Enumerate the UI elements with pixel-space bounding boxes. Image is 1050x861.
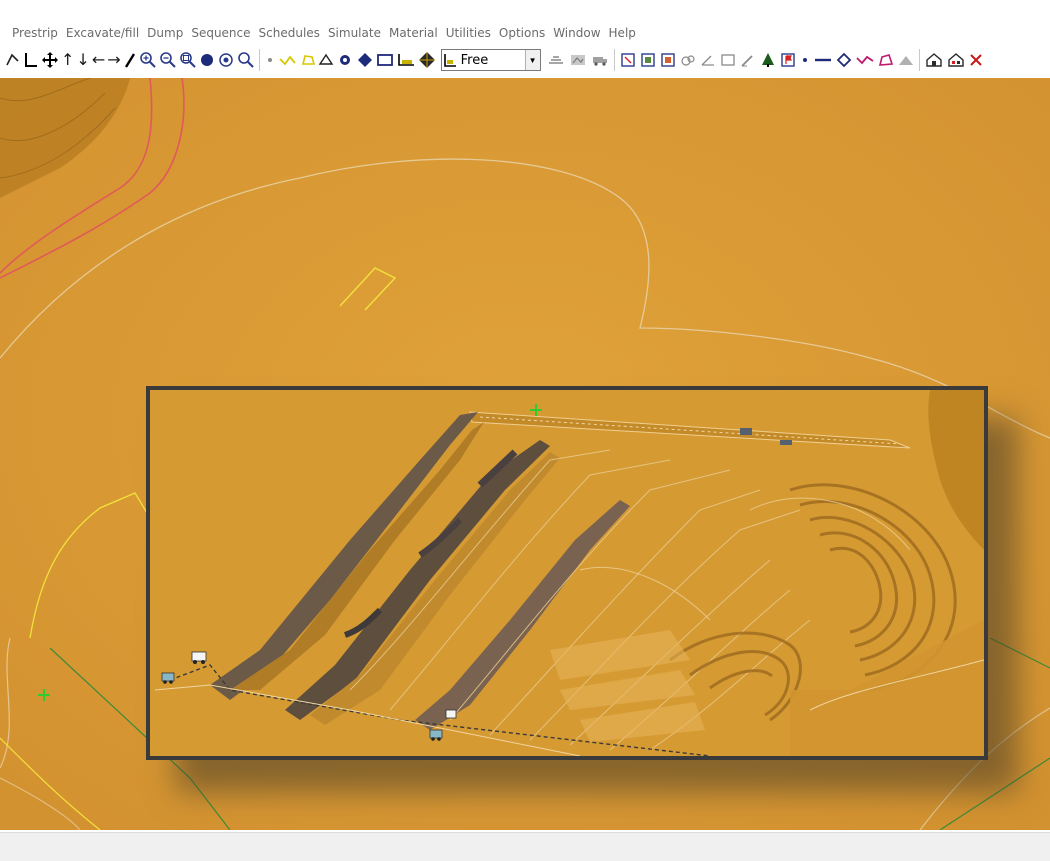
toolbar-separator [918, 49, 920, 71]
box-icon[interactable] [658, 49, 678, 71]
sphere-icon[interactable] [198, 49, 216, 71]
polygon-icon[interactable] [299, 49, 317, 71]
pencil-icon[interactable] [122, 49, 138, 71]
3d-viewport[interactable] [0, 78, 1050, 830]
shape-icon[interactable] [876, 49, 896, 71]
menu-item-window[interactable]: Window [553, 26, 600, 40]
vertex-icon[interactable] [834, 49, 854, 71]
menu-bar: Prestrip Excavate/fill Dump Sequence Schedul… [0, 22, 1050, 44]
menu-item-schedules[interactable]: Schedules [259, 26, 320, 40]
line-icon[interactable] [812, 49, 834, 71]
point-icon[interactable] [263, 49, 277, 71]
chevron-down-icon[interactable]: ▼ [524, 50, 540, 70]
arrow-right-icon[interactable]: → [106, 49, 121, 71]
edit-icon[interactable] [738, 49, 758, 71]
polyline-icon[interactable] [277, 49, 299, 71]
view-mode-icon [443, 54, 456, 67]
zoom-in-icon[interactable] [138, 49, 158, 71]
toolbar-separator [258, 49, 260, 71]
triangle-icon[interactable] [317, 49, 335, 71]
view-mode-label: Free [460, 52, 489, 68]
zigzag-icon[interactable] [854, 49, 876, 71]
link-icon[interactable] [678, 49, 698, 71]
axis-icon[interactable] [22, 49, 40, 71]
toolbar-separator [613, 49, 615, 71]
frame-icon[interactable] [638, 49, 658, 71]
pit-render [150, 390, 984, 756]
lasso-icon[interactable] [2, 49, 22, 71]
menu-item-simulate[interactable]: Simulate [328, 26, 381, 40]
truck-icon[interactable] [589, 49, 611, 71]
zoom-window-icon[interactable] [178, 49, 198, 71]
arrow-up-icon[interactable]: ↑ [60, 49, 75, 71]
menu-item-dump[interactable]: Dump [147, 26, 183, 40]
diamond-fill-icon[interactable] [355, 49, 375, 71]
toolbar: ↑ ↓ ← → Free ▼ [0, 45, 1050, 75]
arrow-down-icon[interactable]: ↓ [75, 49, 90, 71]
gear-icon[interactable] [335, 49, 355, 71]
pan-icon[interactable] [40, 49, 60, 71]
arrow-left-icon[interactable]: ← [91, 49, 106, 71]
flag-icon[interactable] [778, 49, 798, 71]
menu-item-excavate-fill[interactable]: Excavate/fill [66, 26, 139, 40]
pit-render-inset [146, 386, 988, 760]
target-icon[interactable] [216, 49, 236, 71]
dot-icon[interactable] [798, 49, 812, 71]
tree-icon[interactable] [758, 49, 778, 71]
menu-item-utilities[interactable]: Utilities [446, 26, 491, 40]
layers-icon[interactable] [545, 49, 567, 71]
menu-item-prestrip[interactable]: Prestrip [12, 26, 58, 40]
menu-item-options[interactable]: Options [499, 26, 545, 40]
mountain-icon[interactable] [896, 49, 916, 71]
window-icon[interactable] [718, 49, 738, 71]
map-icon[interactable] [567, 49, 589, 71]
close-icon[interactable] [967, 49, 985, 71]
haul-truck [445, 709, 457, 719]
menu-item-help[interactable]: Help [609, 26, 636, 40]
rectangle-icon[interactable] [375, 49, 395, 71]
select-icon[interactable] [618, 49, 638, 71]
house-icon[interactable] [923, 49, 945, 71]
view-mode-select[interactable]: Free ▼ [440, 49, 541, 71]
zoom-out-icon[interactable] [158, 49, 178, 71]
menu-item-material[interactable]: Material [389, 26, 438, 40]
status-bar [0, 832, 1050, 861]
diamond-icon[interactable] [417, 49, 437, 71]
menu-item-sequence[interactable]: Sequence [191, 26, 250, 40]
measure-icon[interactable] [698, 49, 718, 71]
zoom-extents-icon[interactable] [236, 49, 256, 71]
grid-icon[interactable] [395, 49, 417, 71]
house-2-icon[interactable] [945, 49, 967, 71]
